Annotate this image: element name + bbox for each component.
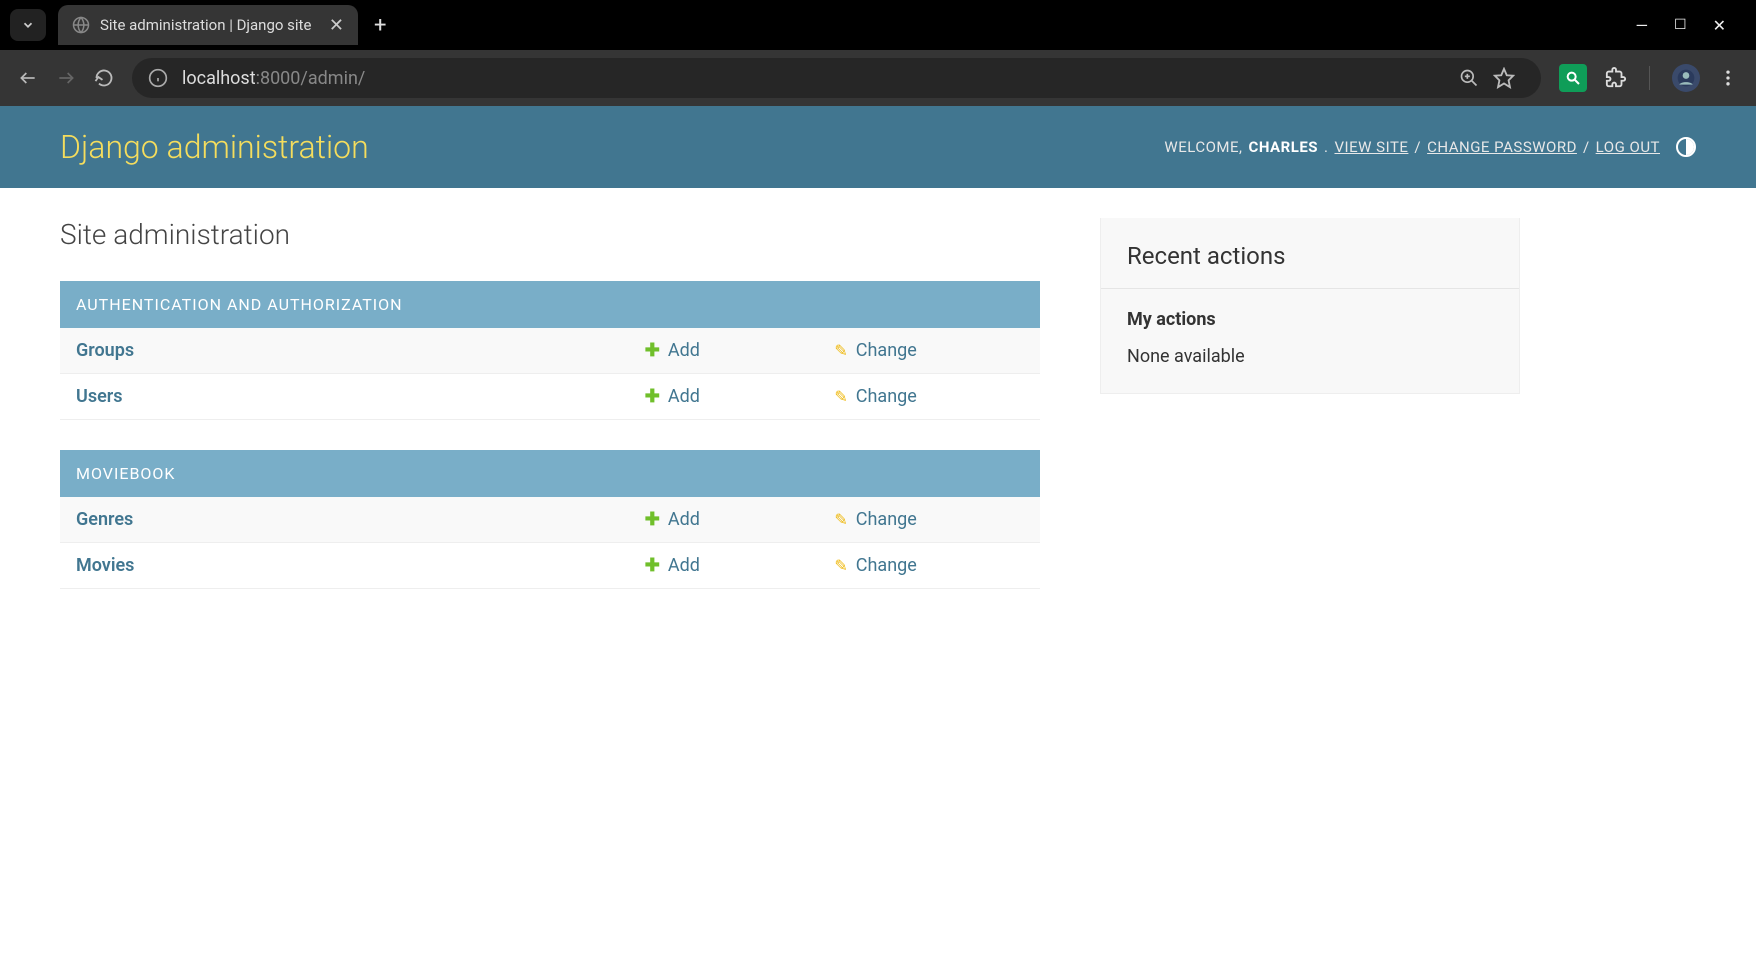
add-link-users[interactable]: Add bbox=[668, 386, 700, 407]
close-tab-button[interactable]: ✕ bbox=[325, 15, 348, 36]
globe-icon bbox=[72, 16, 90, 34]
my-actions-heading: My actions bbox=[1101, 289, 1519, 340]
pencil-icon: ✎ bbox=[834, 341, 847, 360]
maximize-button[interactable]: ☐ bbox=[1674, 17, 1687, 33]
recent-actions-sidebar: Recent actions My actions None available bbox=[1100, 218, 1520, 394]
url-path: :8000/admin/ bbox=[256, 68, 366, 89]
change-link-movies[interactable]: Change bbox=[856, 555, 917, 576]
pencil-icon: ✎ bbox=[834, 387, 847, 406]
bookmark-star-icon[interactable] bbox=[1493, 67, 1515, 89]
close-window-button[interactable]: ✕ bbox=[1713, 16, 1726, 35]
page-title: Site administration bbox=[60, 218, 1040, 251]
kebab-menu-icon[interactable] bbox=[1718, 68, 1738, 88]
site-info-icon[interactable] bbox=[148, 68, 168, 88]
tab-search-dropdown[interactable] bbox=[10, 9, 46, 41]
add-link-movies[interactable]: Add bbox=[668, 555, 700, 576]
address-bar: localhost:8000/admin/ bbox=[0, 50, 1756, 106]
new-tab-button[interactable]: + bbox=[374, 13, 386, 38]
plus-icon: ✚ bbox=[645, 386, 660, 407]
theme-toggle-icon[interactable] bbox=[1676, 137, 1696, 157]
welcome-label: WELCOME, bbox=[1164, 138, 1242, 156]
tab-title: Site administration | Django site bbox=[100, 16, 315, 34]
username-dot: . bbox=[1324, 138, 1328, 156]
url-host: localhost bbox=[182, 68, 256, 89]
username: CHARLES bbox=[1249, 138, 1319, 156]
pencil-icon: ✎ bbox=[834, 556, 847, 575]
view-site-link[interactable]: VIEW SITE bbox=[1334, 138, 1408, 156]
module-header-moviebook[interactable]: MOVIEBOOK bbox=[60, 450, 1040, 497]
module-header-auth[interactable]: AUTHENTICATION AND AUTHORIZATION bbox=[60, 281, 1040, 328]
pencil-icon: ✎ bbox=[834, 510, 847, 529]
extensions-puzzle-icon[interactable] bbox=[1605, 67, 1627, 89]
toolbar-divider bbox=[1649, 66, 1650, 90]
separator: / bbox=[1583, 138, 1590, 156]
forward-button[interactable] bbox=[56, 68, 76, 88]
url-text: localhost:8000/admin/ bbox=[182, 68, 365, 89]
model-link-genres[interactable]: Genres bbox=[76, 509, 645, 530]
no-actions-text: None available bbox=[1101, 340, 1519, 393]
reload-button[interactable] bbox=[94, 68, 114, 88]
minimize-button[interactable]: — bbox=[1636, 16, 1649, 35]
module-auth: AUTHENTICATION AND AUTHORIZATION Groups … bbox=[60, 281, 1040, 420]
add-link-genres[interactable]: Add bbox=[668, 509, 700, 530]
site-branding[interactable]: Django administration bbox=[60, 128, 369, 166]
module-moviebook: MOVIEBOOK Genres ✚ Add ✎ Change Movies bbox=[60, 450, 1040, 589]
back-button[interactable] bbox=[18, 68, 38, 88]
model-link-users[interactable]: Users bbox=[76, 386, 645, 407]
model-link-groups[interactable]: Groups bbox=[76, 340, 645, 361]
page-viewport: Django administration WELCOME, CHARLES. … bbox=[0, 106, 1756, 956]
change-password-link[interactable]: CHANGE PASSWORD bbox=[1427, 138, 1577, 156]
django-header: Django administration WELCOME, CHARLES. … bbox=[0, 106, 1756, 188]
plus-icon: ✚ bbox=[645, 555, 660, 576]
profile-avatar[interactable] bbox=[1672, 64, 1700, 92]
window-controls: — ☐ ✕ bbox=[1636, 16, 1756, 35]
user-tools: WELCOME, CHARLES. VIEW SITE / CHANGE PAS… bbox=[1164, 137, 1696, 157]
model-row-groups: Groups ✚ Add ✎ Change bbox=[60, 328, 1040, 374]
recent-actions-title: Recent actions bbox=[1101, 218, 1519, 289]
model-row-users: Users ✚ Add ✎ Change bbox=[60, 374, 1040, 420]
avatar-icon bbox=[1676, 68, 1696, 88]
browser-tab[interactable]: Site administration | Django site ✕ bbox=[58, 5, 358, 45]
search-icon bbox=[1565, 70, 1581, 86]
chevron-down-icon bbox=[21, 18, 35, 32]
logout-link[interactable]: LOG OUT bbox=[1596, 138, 1660, 156]
change-link-users[interactable]: Change bbox=[856, 386, 917, 407]
tab-strip: Site administration | Django site ✕ + — … bbox=[0, 0, 1756, 50]
model-link-movies[interactable]: Movies bbox=[76, 555, 645, 576]
extension-button[interactable] bbox=[1559, 64, 1587, 92]
url-box[interactable]: localhost:8000/admin/ bbox=[132, 58, 1541, 98]
separator: / bbox=[1414, 138, 1421, 156]
zoom-icon[interactable] bbox=[1459, 68, 1479, 88]
model-row-genres: Genres ✚ Add ✎ Change bbox=[60, 497, 1040, 543]
plus-icon: ✚ bbox=[645, 509, 660, 530]
add-link-groups[interactable]: Add bbox=[668, 340, 700, 361]
content: Site administration AUTHENTICATION AND A… bbox=[0, 188, 1756, 649]
main-column: Site administration AUTHENTICATION AND A… bbox=[60, 218, 1040, 619]
plus-icon: ✚ bbox=[645, 340, 660, 361]
model-row-movies: Movies ✚ Add ✎ Change bbox=[60, 543, 1040, 589]
change-link-genres[interactable]: Change bbox=[856, 509, 917, 530]
browser-chrome: Site administration | Django site ✕ + — … bbox=[0, 0, 1756, 106]
change-link-groups[interactable]: Change bbox=[856, 340, 917, 361]
